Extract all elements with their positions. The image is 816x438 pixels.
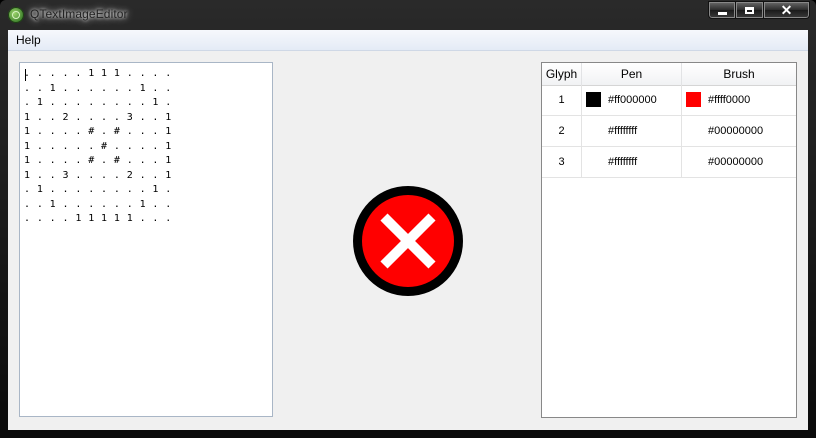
caption-buttons: ✕	[708, 1, 810, 21]
pen-value: #ffffffff	[608, 156, 638, 168]
pen-value: #ffffffff	[608, 125, 638, 137]
table-row[interactable]: 3 #ffffffff #00000000	[542, 147, 796, 178]
header-glyph[interactable]: Glyph	[542, 63, 582, 85]
cell-brush[interactable]: #ffff0000	[682, 85, 796, 115]
pen-color-swatch	[586, 92, 601, 107]
title-bar[interactable]: QTextImageEditor ✕	[0, 0, 816, 30]
editor-text[interactable]: . . . . . 1 1 1 . . . . . . 1 . . . . . …	[20, 63, 272, 227]
cell-glyph[interactable]: 1	[542, 85, 582, 115]
header-brush[interactable]: Brush	[682, 63, 796, 85]
maximize-icon	[745, 6, 754, 14]
brush-value: #ffff0000	[708, 94, 751, 106]
glyph-table[interactable]: Glyph Pen Brush 1 #ff000000 #ffff0000 2 …	[541, 62, 797, 418]
client-area: Help . . . . . 1 1 1 . . . . . . 1 . . .…	[8, 30, 808, 430]
minimize-icon	[717, 11, 727, 15]
text-image-editor[interactable]: . . . . . 1 1 1 . . . . . . 1 . . . . . …	[19, 62, 273, 417]
menu-help[interactable]: Help	[16, 33, 41, 47]
brush-value: #00000000	[708, 125, 764, 137]
header-pen[interactable]: Pen	[582, 63, 682, 85]
minimize-button[interactable]	[708, 1, 736, 19]
error-x-icon	[353, 186, 463, 296]
app-window: QTextImageEditor ✕ Help . . . . . 1 1 1 …	[0, 0, 816, 438]
maximize-button[interactable]	[736, 1, 764, 19]
app-icon[interactable]	[8, 7, 24, 23]
close-icon: ✕	[780, 1, 793, 18]
close-button[interactable]: ✕	[764, 1, 810, 19]
cell-brush[interactable]: #00000000	[682, 116, 796, 146]
table-row[interactable]: 2 #ffffffff #00000000	[542, 116, 796, 147]
brush-color-swatch	[686, 92, 701, 107]
window-title: QTextImageEditor	[30, 7, 128, 21]
text-caret	[25, 69, 26, 81]
cell-glyph[interactable]: 2	[542, 116, 582, 146]
cell-pen[interactable]: #ffffffff	[582, 116, 682, 146]
cell-brush[interactable]: #00000000	[682, 147, 796, 177]
brush-value: #00000000	[708, 156, 764, 168]
table-header: Glyph Pen Brush	[542, 63, 796, 86]
cell-glyph[interactable]: 3	[542, 147, 582, 177]
pen-value: #ff000000	[608, 94, 657, 106]
table-row[interactable]: 1 #ff000000 #ffff0000	[542, 85, 796, 116]
cell-pen[interactable]: #ffffffff	[582, 147, 682, 177]
cell-pen[interactable]: #ff000000	[582, 85, 682, 115]
menu-bar: Help	[8, 30, 808, 51]
